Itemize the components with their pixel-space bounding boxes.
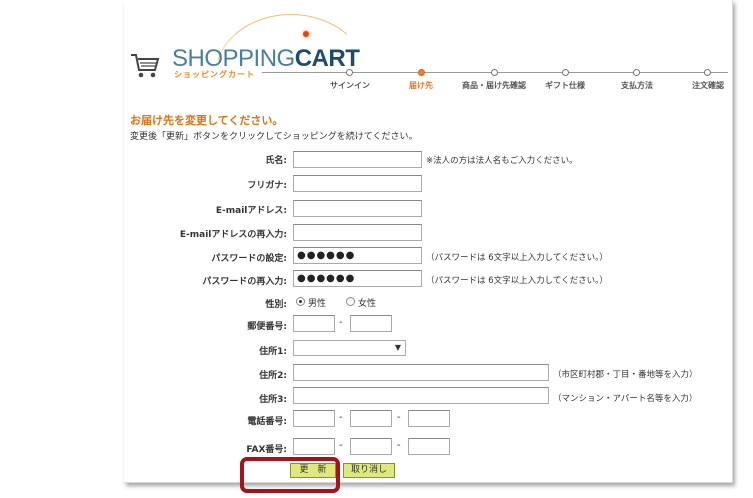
phone-input-1[interactable] bbox=[293, 410, 335, 427]
furigana-input[interactable] bbox=[293, 175, 422, 192]
step-dot-signin bbox=[346, 69, 353, 76]
password-input[interactable]: ●●●●●● bbox=[293, 247, 422, 264]
password-label: パスワードの設定: bbox=[211, 254, 287, 264]
phone-input-3[interactable] bbox=[408, 410, 450, 427]
form-title: お届け先を変更してください。 bbox=[130, 114, 284, 127]
postal-input-1[interactable] bbox=[293, 315, 335, 332]
fax-label: FAX番号: bbox=[246, 445, 287, 455]
password-confirm-label: パスワードの再入力: bbox=[202, 277, 287, 287]
postal-separator: - bbox=[339, 317, 343, 328]
step-label-payment: 支払方法 bbox=[621, 81, 653, 90]
logo-text-light: SHOPPING bbox=[172, 45, 295, 72]
step-dot-delivery bbox=[418, 69, 425, 76]
gender-label-female: 女性 bbox=[358, 299, 377, 309]
step-label-signin: サインイン bbox=[330, 81, 370, 90]
cancel-button[interactable]: 取り消し bbox=[343, 463, 395, 478]
phone-input-2[interactable] bbox=[350, 410, 392, 427]
step-label-confirm-items: 商品・届け先確認 bbox=[462, 81, 526, 90]
name-label: 氏名: bbox=[265, 156, 287, 166]
logo-dot bbox=[303, 31, 309, 37]
logo-subtext: ショッピングカート bbox=[174, 70, 255, 79]
email-input[interactable] bbox=[293, 200, 422, 217]
email-confirm-label: E-mailアドレスの再入力: bbox=[179, 230, 287, 240]
gender-radio-male[interactable] bbox=[296, 297, 305, 306]
update-button-highlight bbox=[240, 457, 340, 493]
logo-text-bold: CART bbox=[294, 45, 360, 72]
step-dot-order-confirm bbox=[704, 69, 711, 76]
postal-label: 郵便番号: bbox=[247, 322, 287, 332]
password-confirm-input[interactable]: ●●●●●● bbox=[293, 270, 422, 287]
name-hint: ※法人の方は法人名もご入力ください。 bbox=[426, 156, 578, 166]
phone-label: 電話番号: bbox=[247, 417, 287, 427]
step-label-gift: ギフト仕様 bbox=[545, 81, 585, 90]
step-dot-gift bbox=[562, 69, 569, 76]
step-label-delivery: 届け先 bbox=[409, 81, 433, 90]
address3-hint: （マンション・アパート名等を入力） bbox=[553, 394, 698, 404]
fax-separator-2: - bbox=[397, 440, 401, 451]
gender-label-male: 男性 bbox=[308, 299, 327, 309]
email-label: E-mailアドレス: bbox=[215, 206, 287, 216]
chevron-down-icon: ▼ bbox=[394, 343, 401, 352]
fax-separator-1: - bbox=[339, 440, 343, 451]
name-input[interactable] bbox=[293, 151, 422, 168]
address3-label: 住所3: bbox=[259, 395, 287, 405]
gender-label: 性別: bbox=[265, 300, 287, 310]
password-confirm-hint: （パスワードは 6文字以上入力してください。） bbox=[426, 276, 608, 286]
step-dot-confirm-items bbox=[491, 69, 498, 76]
furigana-label: フリガナ: bbox=[247, 181, 287, 191]
gender-radio-female[interactable] bbox=[346, 297, 355, 306]
email-confirm-input[interactable] bbox=[293, 224, 422, 241]
address2-hint: （市区町村郡・丁目・番地等を入力） bbox=[553, 370, 698, 380]
form-description: 変更後「更新」ボタンをクリックしてショッピングを続けてください。 bbox=[130, 132, 418, 142]
address3-input[interactable] bbox=[293, 387, 549, 404]
step-label-order-confirm: 注文確認 bbox=[692, 81, 724, 90]
address2-label: 住所2: bbox=[259, 371, 287, 381]
fax-input-3[interactable] bbox=[408, 438, 450, 455]
step-dot-payment bbox=[633, 69, 640, 76]
phone-separator-1: - bbox=[339, 412, 343, 423]
address1-label: 住所1: bbox=[259, 347, 287, 357]
fax-input-2[interactable] bbox=[350, 438, 392, 455]
postal-input-2[interactable] bbox=[350, 315, 392, 332]
phone-separator-2: - bbox=[397, 412, 401, 423]
shopping-cart-icon bbox=[131, 54, 160, 78]
fax-input-1[interactable] bbox=[293, 438, 335, 455]
password-hint: （パスワードは 6文字以上入力してください。） bbox=[426, 253, 608, 263]
address1-select[interactable]: ▼ bbox=[293, 340, 406, 356]
address2-input[interactable] bbox=[293, 364, 549, 381]
